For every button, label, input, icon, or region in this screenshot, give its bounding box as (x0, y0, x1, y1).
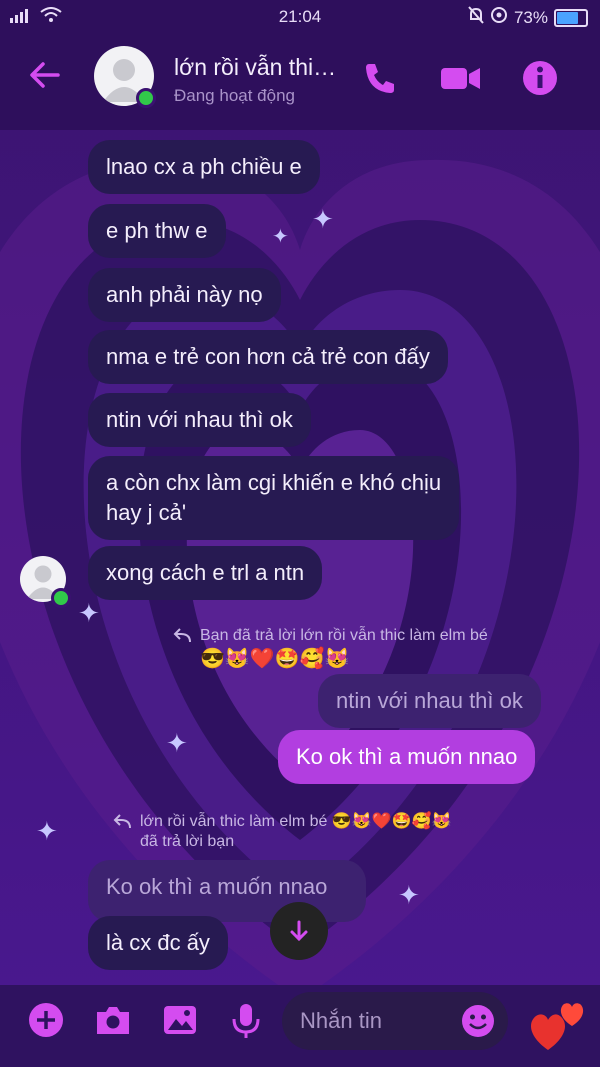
info-button[interactable] (520, 58, 560, 98)
message-input-placeholder: Nhắn tin (300, 1008, 382, 1033)
chat-header: lớn rồi vẫn thi… Đang hoạt động (0, 34, 600, 126)
message-line: a còn chx làm cgi khiến e khó chịu (106, 470, 442, 495)
sparkle-decoration: ✦ (36, 816, 58, 846)
microphone-icon (232, 1004, 260, 1038)
reply-note-name: lớn rồi vẫn thic làm elm bé (140, 813, 328, 830)
voice-message-button[interactable] (228, 1002, 266, 1040)
outgoing-message[interactable]: Ko ok thì a muốn nnao (278, 730, 536, 784)
battery-icon (554, 8, 588, 27)
phone-call-button[interactable] (360, 58, 400, 98)
info-icon (523, 61, 557, 95)
phone-icon (366, 64, 394, 93)
camera-button[interactable] (94, 1002, 132, 1040)
online-indicator (51, 588, 71, 608)
reply-arrow-icon (172, 626, 192, 650)
presence-status: Đang hoạt động (174, 86, 295, 105)
gallery-button[interactable] (162, 1002, 200, 1040)
sparkle-decoration: ✦ (272, 226, 289, 248)
incoming-message[interactable]: lnao cx a ph chiều e (88, 140, 320, 194)
scroll-to-bottom-button[interactable] (270, 902, 328, 960)
emoji-picker-icon[interactable] (460, 1003, 496, 1044)
message-line: hay j cả' (106, 500, 187, 525)
mute-bell-icon (468, 6, 484, 29)
video-call-button[interactable] (440, 58, 480, 98)
sparkle-decoration: ✦ (398, 880, 420, 910)
data-saver-icon (490, 6, 508, 29)
back-arrow-icon[interactable] (28, 58, 68, 98)
message-input[interactable]: Nhắn tin (282, 992, 508, 1050)
plus-button[interactable] (28, 1002, 66, 1040)
reply-arrow-icon (112, 812, 132, 852)
video-camera-icon (441, 68, 480, 89)
battery-percent: 73% (513, 7, 548, 27)
arrow-down-icon (290, 920, 308, 942)
incoming-message[interactable]: a còn chx làm cgi khiến e khó chịu hay j… (88, 456, 460, 540)
incoming-message[interactable]: xong cách e trl a ntn (88, 546, 323, 600)
sparkle-decoration: ✦ (166, 728, 188, 758)
sparkle-decoration: ✦ (312, 204, 334, 234)
heart-reaction-button[interactable] (526, 994, 590, 1054)
camera-icon (97, 1007, 129, 1034)
online-indicator (136, 88, 156, 108)
incoming-message[interactable]: nma e trẻ con hơn cả trẻ con đấy (88, 330, 448, 384)
quoted-message[interactable]: Ko ok thì a muốn nnao (88, 860, 366, 922)
composer-bar: Nhắn tin (0, 990, 600, 1067)
incoming-message[interactable]: ntin với nhau thì ok (88, 393, 311, 447)
reply-note: lớn rồi vẫn thic làm elm bé 😎😻❤️🤩🥰😻 đã t… (112, 812, 451, 852)
quoted-message[interactable]: ntin với nhau thì ok (318, 674, 541, 728)
incoming-message[interactable]: e ph thw e (88, 204, 226, 258)
heart-icon (531, 1003, 584, 1050)
plus-icon (29, 1003, 63, 1037)
reply-note-text: đã trả lời bạn (140, 833, 235, 850)
contact-name[interactable]: lớn rồi vẫn thi… (174, 54, 344, 81)
image-icon (164, 1006, 196, 1034)
incoming-message[interactable]: anh phải này nọ (88, 268, 281, 322)
reply-note-emojis: 😎😻❤️🤩🥰😻 (331, 813, 452, 830)
reply-note-emojis: 😎😻❤️🤩🥰😻 (200, 648, 350, 670)
status-bar: 21:04 73% (0, 0, 600, 34)
sparkle-decoration: ✦ (78, 598, 100, 628)
incoming-message[interactable]: là cx đc ấy (88, 916, 228, 970)
